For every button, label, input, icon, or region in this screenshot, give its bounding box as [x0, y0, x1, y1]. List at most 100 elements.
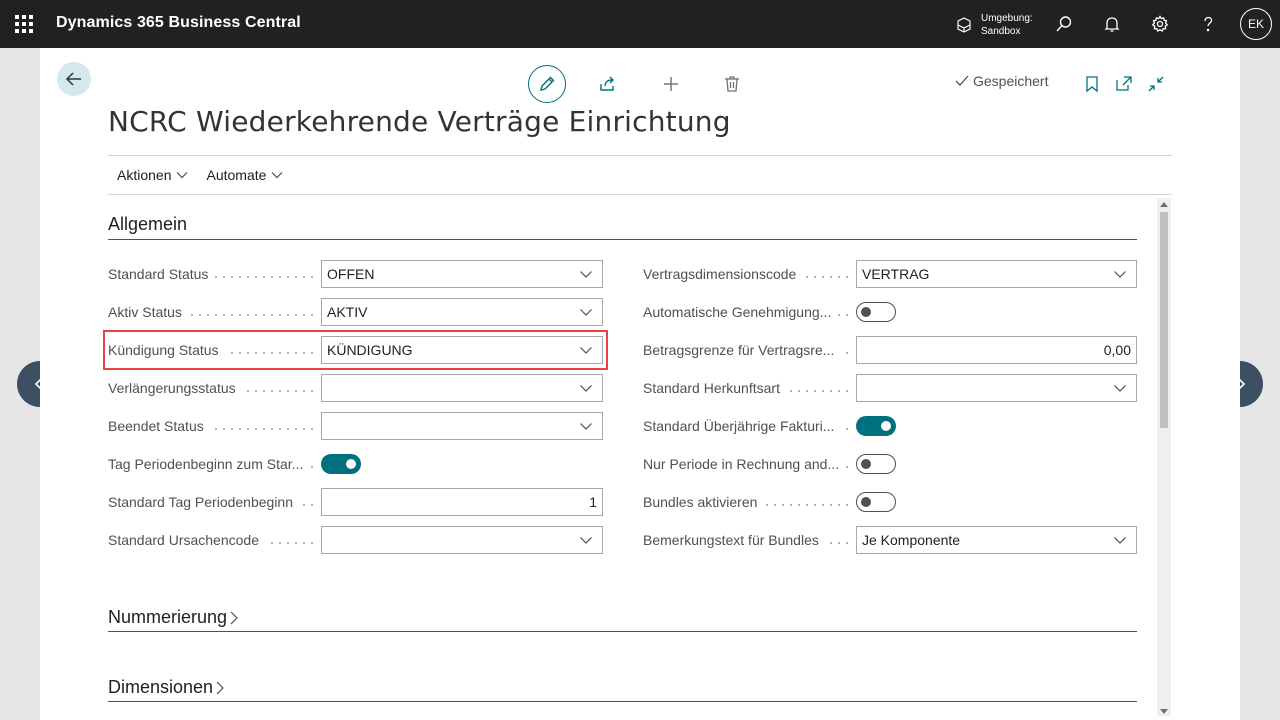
scrollbar-thumb[interactable]: [1160, 212, 1168, 428]
section-dimensions-rule: [108, 701, 1137, 702]
toggle-bundles-aktivieren[interactable]: [856, 492, 896, 512]
user-avatar[interactable]: EK: [1240, 8, 1272, 40]
field-value: AKTIV: [327, 304, 368, 320]
collapse-button[interactable]: [1137, 65, 1175, 103]
chevron-down-icon: [580, 537, 592, 544]
field-label-tag-periodenbeginn-zum-star: Tag Periodenbeginn zum Star...: [108, 456, 313, 472]
toggle-knob: [861, 307, 871, 317]
pencil-icon: [540, 76, 555, 91]
chevron-down-icon: [580, 423, 592, 430]
field-label-text: Betragsgrenze für Vertragsre...: [643, 342, 841, 358]
environment-indicator[interactable]: Umgebung: Sandbox: [955, 11, 1033, 39]
chevron-down-icon: [271, 172, 283, 179]
delete-button[interactable]: [713, 65, 751, 103]
menu-actions-label: Aktionen: [117, 167, 172, 183]
field-label-text: Vertragsdimensionscode: [643, 266, 803, 282]
field-value: 0,00: [1103, 342, 1131, 358]
field-label-text: Tag Periodenbeginn zum Star...: [108, 456, 310, 472]
app-launcher-icon[interactable]: [13, 13, 35, 35]
dropdown-standard-status[interactable]: OFFEN: [321, 260, 603, 288]
edit-button[interactable]: [528, 65, 566, 103]
field-label-standard-ursachencode: Standard Ursachencode: [108, 532, 313, 548]
open-new-window-icon: [1116, 76, 1132, 91]
arrow-left-icon: [65, 72, 81, 86]
chevron-down-icon: [580, 309, 592, 316]
field-label-nur-periode-in-rechnung-and: Nur Periode in Rechnung and...: [643, 456, 848, 472]
chevron-right-icon: [216, 681, 224, 694]
new-button[interactable]: [652, 65, 690, 103]
field-label-bemerkungstext-für-bundles: Bemerkungstext für Bundles: [643, 532, 848, 548]
bookmark-icon: [1086, 76, 1098, 93]
field-label-text: Bemerkungstext für Bundles: [643, 532, 825, 548]
action-menu: Aktionen Automate: [108, 156, 292, 194]
field-label-standard-status: Standard Status: [108, 266, 313, 282]
input-standard-tag-periodenbeginn[interactable]: 1: [321, 488, 603, 516]
toggle-knob: [861, 497, 871, 507]
environment-icon: [957, 17, 971, 33]
field-label-vertragsdimensionscode: Vertragsdimensionscode: [643, 266, 848, 282]
toggle-knob: [346, 459, 356, 469]
share-button[interactable]: [589, 65, 627, 103]
menu-automate-label: Automate: [206, 167, 267, 183]
field-label-text: Standard Herkunftsart: [643, 380, 786, 396]
toggle-nur-periode-in-rechnung-and[interactable]: [856, 454, 896, 474]
dropdown-beendet-status[interactable]: [321, 412, 603, 440]
field-label-text: Beendet Status: [108, 418, 210, 434]
settings-gear-icon[interactable]: [1148, 12, 1172, 36]
section-numbering-header[interactable]: Nummerierung: [108, 607, 239, 628]
dropdown-verlängerungsstatus[interactable]: [321, 374, 603, 402]
environment-value: Sandbox: [981, 26, 1021, 37]
chevron-down-icon: [177, 172, 188, 179]
menu-actions[interactable]: Aktionen: [108, 167, 197, 183]
collapse-icon: [1148, 76, 1164, 92]
field-label-standard-überjährige-fakturi: Standard Überjährige Fakturi...: [643, 418, 848, 434]
plus-icon: [664, 77, 678, 91]
field-value: KÜNDIGUNG: [327, 342, 413, 358]
field-label-standard-tag-periodenbeginn: Standard Tag Periodenbeginn: [108, 494, 313, 510]
field-label-text: Kündigung Status: [108, 342, 225, 358]
scroll-up-arrow[interactable]: [1160, 202, 1168, 207]
field-label-aktiv-status: Aktiv Status: [108, 304, 313, 320]
toggle-standard-überjährige-fakturi[interactable]: [856, 416, 896, 436]
input-betragsgrenze-für-vertragsre[interactable]: 0,00: [856, 336, 1137, 364]
field-value: Je Komponente: [862, 532, 961, 548]
chevron-down-icon: [1114, 385, 1126, 392]
search-icon[interactable]: [1052, 12, 1076, 36]
field-label-text: Standard Status: [108, 266, 215, 282]
dropdown-standard-ursachencode[interactable]: [321, 526, 603, 554]
chevron-down-icon: [1114, 271, 1126, 278]
field-label-text: Standard Tag Periodenbeginn: [108, 494, 300, 510]
checkmark-icon: [955, 75, 969, 86]
save-status-label: Gespeichert: [973, 73, 1049, 89]
vertical-scrollbar[interactable]: [1157, 198, 1171, 716]
chevron-down-icon: [1114, 537, 1126, 544]
share-icon: [600, 76, 614, 91]
dropdown-aktiv-status[interactable]: AKTIV: [321, 298, 603, 326]
toggle-automatische-genehmigung[interactable]: [856, 302, 896, 322]
chevron-down-icon: [580, 347, 592, 354]
trash-icon: [725, 76, 739, 92]
scroll-down-arrow[interactable]: [1160, 709, 1168, 714]
field-label-text: Verlängerungsstatus: [108, 380, 242, 396]
dropdown-kündigung-status[interactable]: KÜNDIGUNG: [321, 336, 603, 364]
field-label-kündigung-status: Kündigung Status: [108, 342, 313, 358]
help-icon[interactable]: [1196, 12, 1220, 36]
field-label-text: Bundles aktivieren: [643, 494, 764, 510]
section-general-rule: [108, 239, 1137, 240]
toggle-tag-periodenbeginn-zum-star[interactable]: [321, 454, 361, 474]
section-general-header[interactable]: Allgemein: [108, 214, 187, 235]
menu-automate[interactable]: Automate: [197, 167, 292, 183]
section-dimensions-title: Dimensionen: [108, 677, 214, 697]
field-label-bundles-aktivieren: Bundles aktivieren: [643, 494, 848, 510]
section-dimensions-header[interactable]: Dimensionen: [108, 677, 225, 698]
back-button[interactable]: [57, 62, 91, 96]
field-label-text: Aktiv Status: [108, 304, 188, 320]
dropdown-standard-herkunftsart[interactable]: [856, 374, 1137, 402]
notifications-bell-icon[interactable]: [1100, 12, 1124, 36]
dropdown-bemerkungstext-für-bundles[interactable]: Je Komponente: [856, 526, 1137, 554]
section-numbering-title: Nummerierung: [108, 607, 228, 627]
dropdown-vertragsdimensionscode[interactable]: VERTRAG: [856, 260, 1137, 288]
field-value: VERTRAG: [862, 266, 930, 282]
field-value: OFFEN: [327, 266, 375, 282]
app-title[interactable]: Dynamics 365 Business Central: [56, 14, 301, 32]
